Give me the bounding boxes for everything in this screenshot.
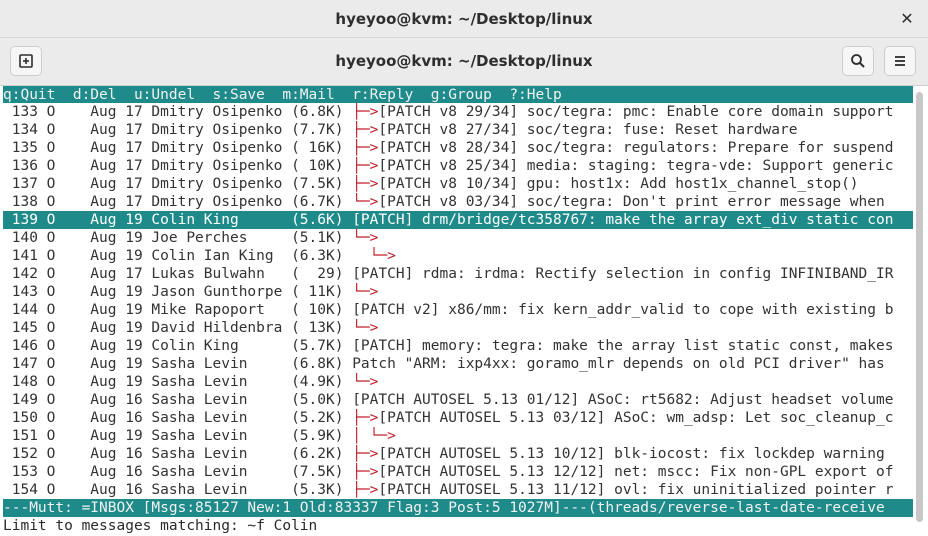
terminal-headerbar: hyeyoo@kvm: ~/Desktop/linux xyxy=(0,38,928,86)
message-subject: [PATCH v8 27/34] soc/tegra: fuse: Reset … xyxy=(378,122,798,138)
scrollbar-thumb[interactable] xyxy=(916,92,923,522)
message-row[interactable]: 145 O Aug 19 David Hildenbra ( 13K) └─> xyxy=(3,319,913,337)
message-row[interactable]: 148 O Aug 19 Sasha Levin (4.9K) └─> xyxy=(3,373,913,391)
terminal-window: hyeyoo@kvm: ~/Desktop/linux ✕ hyeyoo@kvm… xyxy=(0,0,928,536)
thread-tree: ├─> xyxy=(352,140,379,156)
thread-tree: ├─> xyxy=(352,464,379,480)
message-subject: [PATCH v8 25/34] media: staging: tegra-v… xyxy=(378,158,894,174)
message-row[interactable]: 143 O Aug 19 Jason Gunthorpe ( 11K) └─> xyxy=(3,283,913,301)
message-row[interactable]: 135 O Aug 17 Dmitry Osipenko ( 16K) ├─>[… xyxy=(3,139,913,157)
search-icon xyxy=(851,54,865,68)
thread-tree: ├─> xyxy=(352,158,379,174)
message-subject: [PATCH] memory: tegra: make the array li… xyxy=(352,338,894,354)
message-row[interactable]: 150 O Aug 16 Sasha Levin (5.2K) ├─>[PATC… xyxy=(3,409,913,427)
message-subject: [PATCH AUTOSEL 5.13 11/12] ovl: fix unin… xyxy=(378,482,894,498)
message-meta: 134 O Aug 17 Dmitry Osipenko (7.7K) xyxy=(3,122,353,138)
close-icon[interactable]: ✕ xyxy=(894,6,920,32)
message-row[interactable]: 151 O Aug 19 Sasha Levin (5.9K) │ └─> xyxy=(3,427,913,445)
message-index: 133 O Aug 17 Dmitry Osipenko (6.8K) ├─>[… xyxy=(3,103,925,499)
mutt-help-bar: q:Quit d:Del u:Undel s:Save m:Mail r:Rep… xyxy=(3,86,913,103)
message-meta: 144 O Aug 19 Mike Rapoport ( 10K) xyxy=(3,302,353,318)
message-row[interactable]: 136 O Aug 17 Dmitry Osipenko ( 10K) ├─>[… xyxy=(3,157,913,175)
message-meta: 154 O Aug 16 Sasha Levin (5.3K) xyxy=(3,482,353,498)
message-meta: 141 O Aug 19 Colin Ian King (6.3K) xyxy=(3,248,353,264)
message-subject: [PATCH AUTOSEL 5.13 03/12] ASoC: wm_adsp… xyxy=(378,410,894,426)
thread-tree: └─> xyxy=(352,284,379,300)
message-row[interactable]: 138 O Aug 17 Dmitry Osipenko (6.7K) └─>[… xyxy=(3,193,913,211)
message-subject: [PATCH v8 03/34] soc/tegra: Don't print … xyxy=(378,194,885,210)
message-subject: [PATCH AUTOSEL 5.13 01/12] ASoC: rt5682:… xyxy=(352,392,894,408)
message-meta: 145 O Aug 19 David Hildenbra ( 13K) xyxy=(3,320,353,336)
message-meta: 136 O Aug 17 Dmitry Osipenko ( 10K) xyxy=(3,158,353,174)
menu-button[interactable] xyxy=(884,46,916,76)
message-row[interactable]: 146 O Aug 19 Colin King (5.7K) [PATCH] m… xyxy=(3,337,913,355)
message-meta: 151 O Aug 19 Sasha Levin (5.9K) xyxy=(3,428,353,444)
thread-tree: │ └─> xyxy=(352,428,396,444)
thread-tree: ├─> xyxy=(352,410,379,426)
thread-tree: ├─> xyxy=(352,446,379,462)
message-meta: 152 O Aug 16 Sasha Levin (6.2K) xyxy=(3,446,353,462)
outer-titlebar: hyeyoo@kvm: ~/Desktop/linux ✕ xyxy=(0,0,928,38)
message-row[interactable]: 137 O Aug 17 Dmitry Osipenko (7.5K) ├─>[… xyxy=(3,175,913,193)
message-meta: 140 O Aug 19 Joe Perches (5.1K) xyxy=(3,230,353,246)
limit-prompt[interactable]: Limit to messages matching: ~f Colin xyxy=(3,517,913,535)
message-meta: 138 O Aug 17 Dmitry Osipenko (6.7K) xyxy=(3,194,353,210)
thread-tree: ├─> xyxy=(352,482,379,498)
thread-tree: ├─> xyxy=(352,104,379,120)
message-row[interactable]: 153 O Aug 16 Sasha Levin (7.5K) ├─>[PATC… xyxy=(3,463,913,481)
message-meta: 148 O Aug 19 Sasha Levin (4.9K) xyxy=(3,374,353,390)
message-meta: 133 O Aug 17 Dmitry Osipenko (6.8K) xyxy=(3,104,353,120)
thread-tree: └─> xyxy=(352,320,379,336)
search-button[interactable] xyxy=(842,46,874,76)
message-subject: [PATCH v8 29/34] soc/tegra: pmc: Enable … xyxy=(378,104,894,120)
message-meta: 142 O Aug 17 Lukas Bulwahn ( 29) xyxy=(3,266,353,282)
message-subject: [PATCH] rdma: irdma: Rectify selection i… xyxy=(352,266,894,282)
message-row[interactable]: 141 O Aug 19 Colin Ian King (6.3K) └─> xyxy=(3,247,913,265)
thread-tree: └─> xyxy=(352,248,396,264)
message-subject: [PATCH v2] x86/mm: fix kern_addr_valid t… xyxy=(352,302,894,318)
message-subject: [PATCH] drm/bridge/tc358767: make the ar… xyxy=(352,212,894,228)
thread-tree: └─> xyxy=(352,230,379,246)
message-meta: 147 O Aug 19 Sasha Levin (6.8K) xyxy=(3,356,353,372)
message-row[interactable]: 142 O Aug 17 Lukas Bulwahn ( 29) [PATCH]… xyxy=(3,265,913,283)
message-row[interactable]: 139 O Aug 19 Colin King (5.6K) [PATCH] d… xyxy=(3,211,913,229)
header-title: hyeyoo@kvm: ~/Desktop/linux xyxy=(335,52,593,70)
terminal-scrollbar[interactable] xyxy=(913,86,925,536)
message-row[interactable]: 133 O Aug 17 Dmitry Osipenko (6.8K) ├─>[… xyxy=(3,103,913,121)
thread-tree: ├─> xyxy=(352,176,379,192)
outer-window-title: hyeyoo@kvm: ~/Desktop/linux xyxy=(335,10,593,28)
message-row[interactable]: 134 O Aug 17 Dmitry Osipenko (7.7K) ├─>[… xyxy=(3,121,913,139)
message-row[interactable]: 147 O Aug 19 Sasha Levin (6.8K) Patch "A… xyxy=(3,355,913,373)
message-row[interactable]: 144 O Aug 19 Mike Rapoport ( 10K) [PATCH… xyxy=(3,301,913,319)
thread-tree: └─> xyxy=(352,194,379,210)
message-meta: 150 O Aug 16 Sasha Levin (5.2K) xyxy=(3,410,353,426)
message-meta: 153 O Aug 16 Sasha Levin (7.5K) xyxy=(3,464,353,480)
mutt-status-bar: ---Mutt: =INBOX [Msgs:85127 New:1 Old:83… xyxy=(3,499,913,517)
message-row[interactable]: 152 O Aug 16 Sasha Levin (6.2K) ├─>[PATC… xyxy=(3,445,913,463)
thread-tree: └─> xyxy=(352,374,379,390)
message-subject: [PATCH v8 28/34] soc/tegra: regulators: … xyxy=(378,140,894,156)
hamburger-menu-icon xyxy=(895,56,905,66)
message-meta: 139 O Aug 19 Colin King (5.6K) xyxy=(3,212,353,228)
message-subject: [PATCH AUTOSEL 5.13 12/12] net: mscc: Fi… xyxy=(378,464,894,480)
message-meta: 143 O Aug 19 Jason Gunthorpe ( 11K) xyxy=(3,284,353,300)
message-meta: 137 O Aug 17 Dmitry Osipenko (7.5K) xyxy=(3,176,353,192)
message-subject: [PATCH AUTOSEL 5.13 10/12] blk-iocost: f… xyxy=(378,446,885,462)
message-subject: [PATCH v8 10/34] gpu: host1x: Add host1x… xyxy=(378,176,859,192)
message-meta: 149 O Aug 16 Sasha Levin (5.0K) xyxy=(3,392,353,408)
message-subject: Patch "ARM: ixp4xx: goramo_mlr depends o… xyxy=(352,356,885,372)
message-meta: 146 O Aug 19 Colin King (5.7K) xyxy=(3,338,353,354)
message-row[interactable]: 149 O Aug 16 Sasha Levin (5.0K) [PATCH A… xyxy=(3,391,913,409)
message-row[interactable]: 154 O Aug 16 Sasha Levin (5.3K) ├─>[PATC… xyxy=(3,481,913,499)
thread-tree: ├─> xyxy=(352,122,379,138)
message-meta: 135 O Aug 17 Dmitry Osipenko ( 16K) xyxy=(3,140,353,156)
message-row[interactable]: 140 O Aug 19 Joe Perches (5.1K) └─> xyxy=(3,229,913,247)
terminal-content[interactable]: q:Quit d:Del u:Undel s:Save m:Mail r:Rep… xyxy=(3,86,925,536)
